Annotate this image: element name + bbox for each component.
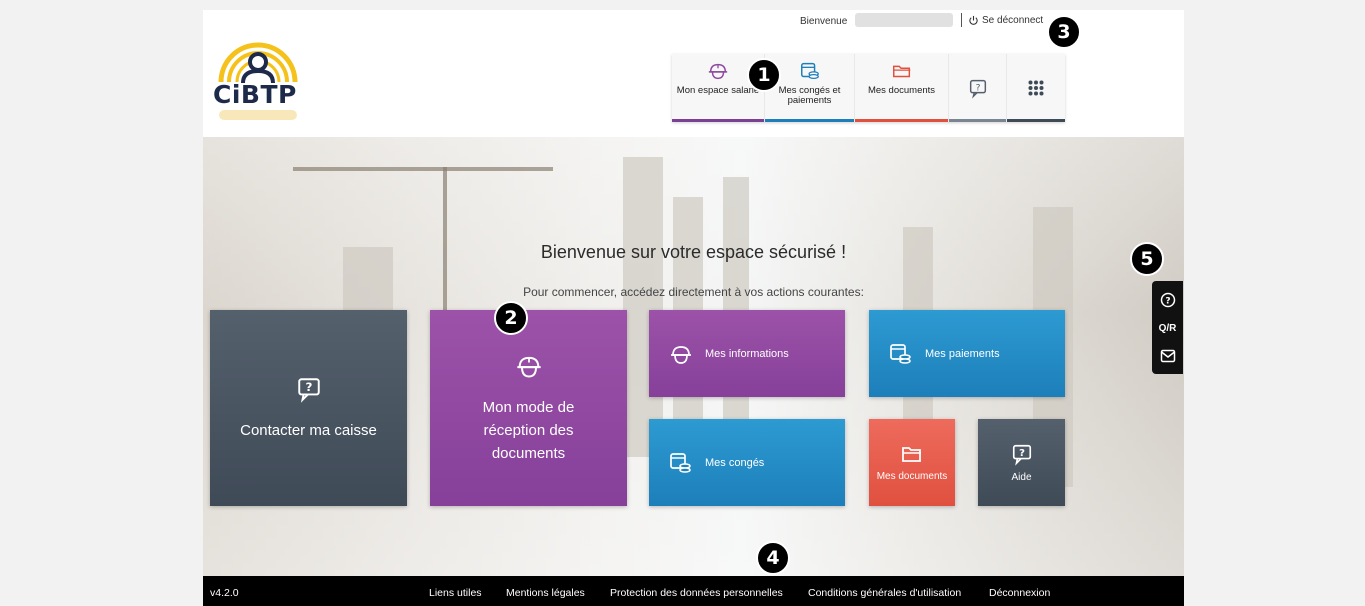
nav-underline (765, 119, 854, 122)
nav-underline (855, 119, 948, 122)
tile-label: Mes paiements (925, 347, 1000, 360)
tile-mes-informations[interactable]: Mes informations (649, 310, 845, 397)
cibtp-logo[interactable]: CiBTP (213, 38, 303, 120)
tile-mode-reception[interactable]: Mon mode de réception des documents (430, 310, 627, 506)
tutorial-badge-5: 5 (1130, 242, 1164, 276)
background-building (623, 157, 663, 457)
logout-link[interactable]: Se déconnect (968, 15, 1043, 26)
tile-label: Mes documents (876, 470, 948, 482)
logo-tagline-blur (219, 110, 297, 120)
calendar-coins-icon (890, 343, 911, 364)
hero-subtitle: Pour commencer, accédez directement à vo… (523, 285, 864, 299)
worker-helmet-icon (671, 345, 691, 364)
tile-label: Mes informations (705, 347, 789, 360)
svg-text:?: ? (1019, 447, 1025, 458)
nav-label: Mes congés et paiements (778, 85, 841, 106)
help-bubble-icon: ? (1012, 444, 1031, 466)
nav-label: Mes documents (867, 85, 936, 96)
worker-helmet-icon (708, 63, 728, 80)
svg-text:?: ? (975, 82, 980, 93)
question-circle-icon[interactable]: ? (1160, 292, 1176, 308)
tile-label: Mon mode de réception des documents (482, 398, 575, 462)
help-bubble-icon: ? (297, 377, 320, 403)
folder-icon (892, 65, 910, 78)
envelope-icon[interactable] (1160, 349, 1176, 363)
tile-label: Aide (1011, 471, 1032, 483)
logo-text: CiBTP (213, 80, 297, 109)
nav-label: Mon espace salarié (676, 85, 760, 96)
power-icon (969, 15, 978, 25)
tile-aide[interactable]: ? Aide (978, 419, 1065, 506)
app-version: v4.2.0 (210, 587, 239, 599)
tutorial-badge-2: 2 (494, 301, 528, 335)
tile-contacter-caisse[interactable]: ? Contacter ma caisse (210, 310, 407, 506)
tile-mes-paiements[interactable]: Mes paiements (869, 310, 1065, 397)
app-window: CiBTP Bienvenue Se déconnect Mon espace … (203, 10, 1184, 606)
header-divider (961, 13, 962, 27)
nav-underline (949, 119, 1006, 122)
footer-link-cgu[interactable]: Conditions générales d'utilisation (808, 587, 961, 599)
footer-link-deconnexion[interactable]: Déconnexion (989, 587, 1050, 599)
tutorial-badge-1: 1 (747, 58, 781, 92)
tile-label: Mes congés (705, 456, 765, 469)
calendar-coins-icon (800, 62, 819, 79)
hero-title: Bienvenue sur votre espace sécurisé ! (540, 242, 847, 262)
worker-helmet-icon (516, 356, 541, 377)
crane-jib (293, 167, 553, 171)
tutorial-badge-3: 3 (1047, 15, 1081, 49)
tile-label: Contacter ma caisse (240, 421, 377, 439)
side-help-panel: ? Q/R (1152, 281, 1183, 374)
tile-mes-documents[interactable]: Mes documents (869, 419, 955, 506)
main-nav: Mon espace salarié Mes congés et paiemen… (672, 54, 1065, 122)
apps-grid-icon (1028, 80, 1044, 96)
help-bubble-icon: ? (969, 79, 986, 99)
calendar-coins-icon (670, 452, 691, 473)
footer-link-protection-donnees[interactable]: Protection des données personnelles (610, 587, 783, 599)
username-redacted (855, 13, 953, 27)
footer-link-mentions-legales[interactable]: Mentions légales (506, 587, 585, 599)
nav-apps-menu[interactable] (1007, 54, 1065, 122)
tutorial-badge-4: 4 (756, 541, 790, 575)
nav-mes-documents[interactable]: Mes documents (855, 54, 949, 122)
nav-aide[interactable]: ? (949, 54, 1007, 122)
qr-button[interactable]: Q/R (1159, 323, 1177, 334)
nav-underline (1007, 119, 1065, 122)
hero-section: Bienvenue sur votre espace sécurisé ! Po… (203, 137, 1184, 576)
tile-mes-conges[interactable]: Mes congés (649, 419, 845, 506)
svg-text:?: ? (1165, 297, 1170, 307)
logout-label: Se déconnect (982, 15, 1044, 26)
welcome-label: Bienvenue (800, 16, 848, 27)
footer-link-liens-utiles[interactable]: Liens utiles (429, 587, 482, 599)
header: CiBTP Bienvenue Se déconnect Mon espace … (203, 10, 1184, 137)
nav-underline (672, 119, 764, 122)
folder-icon (902, 446, 921, 462)
logo-arches-icon (218, 42, 298, 84)
svg-text:?: ? (305, 380, 312, 394)
footer: v4.2.0 Liens utiles Mentions légales Pro… (203, 576, 1184, 606)
nav-mes-conges-paiements[interactable]: Mes congés et paiements (765, 54, 855, 122)
